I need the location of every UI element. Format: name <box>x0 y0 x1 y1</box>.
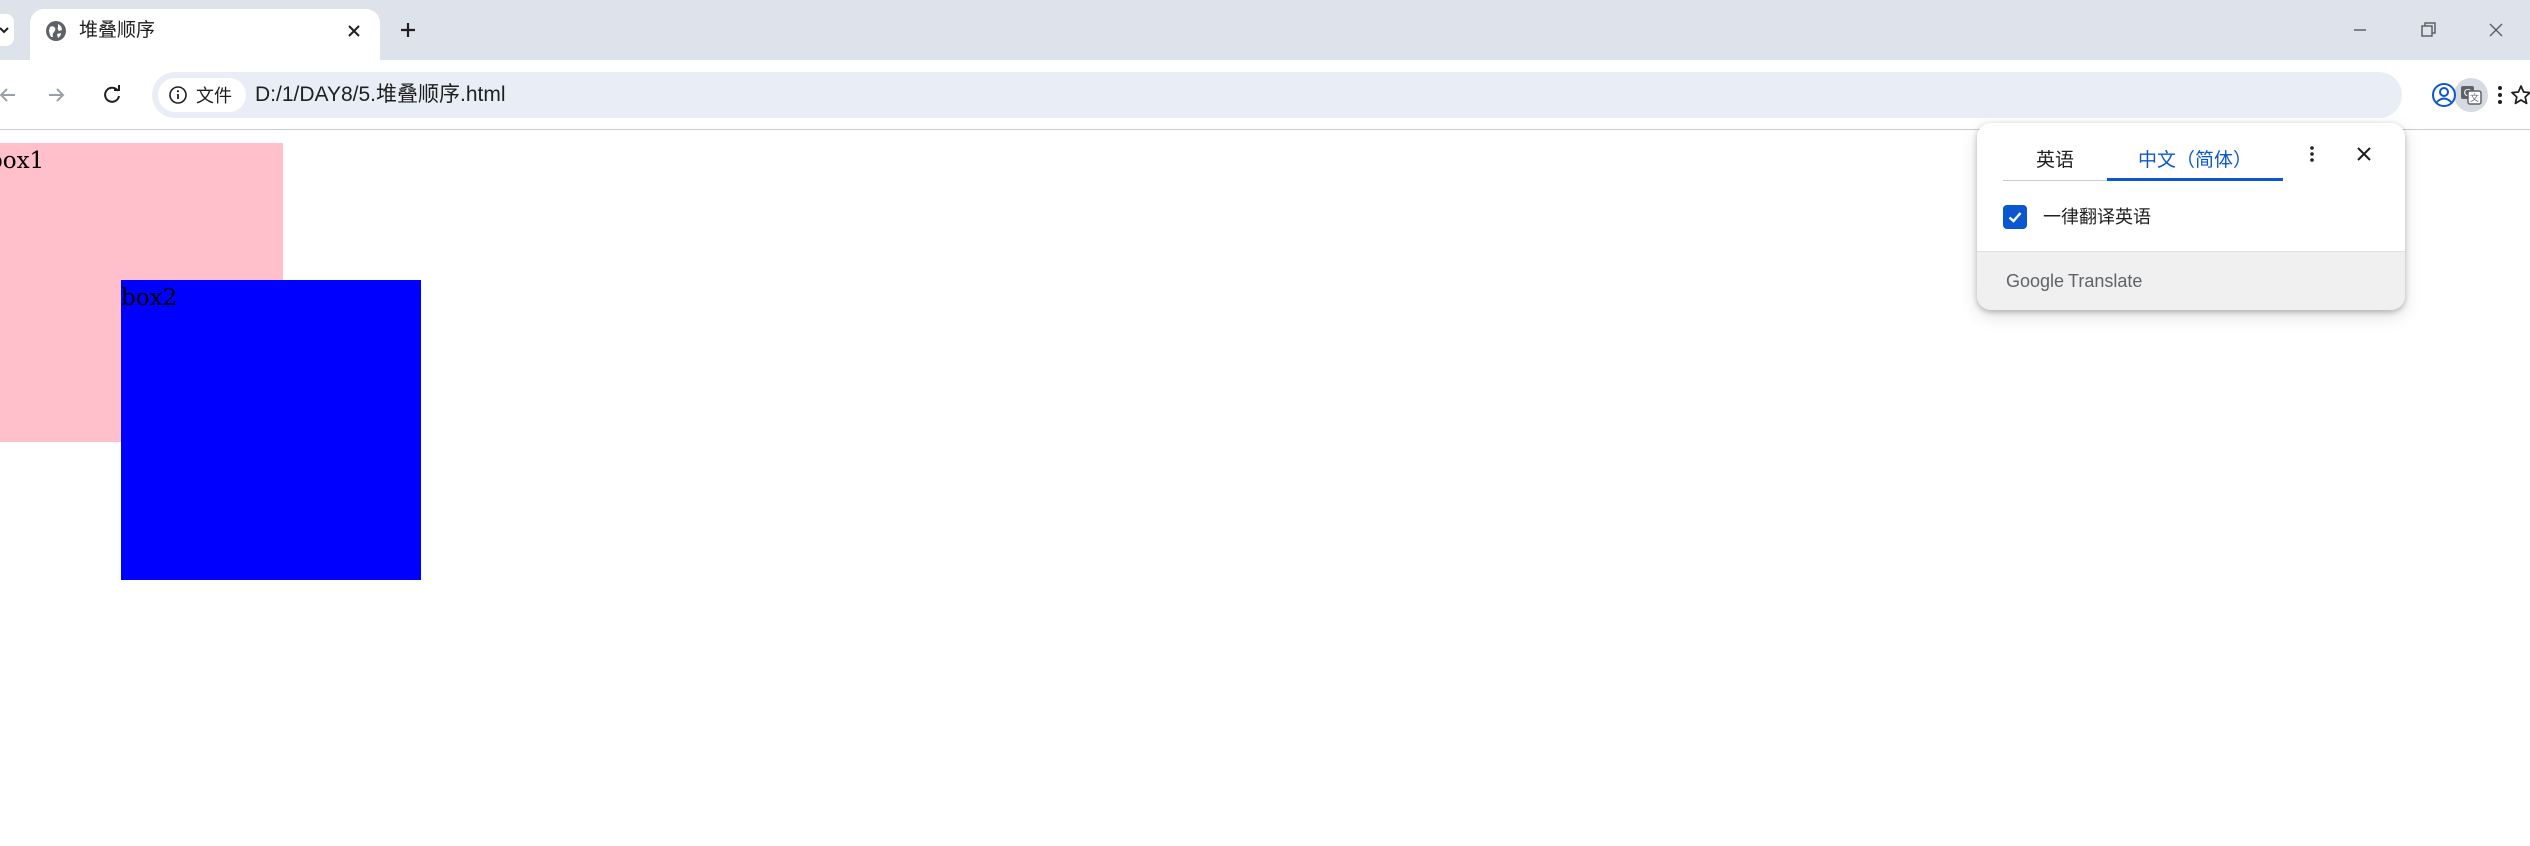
tab-title: 堆叠顺序 <box>79 20 156 41</box>
toolbar: 文件 D:/1/DAY8/5.堆叠顺序.html G 文 <box>0 60 2530 130</box>
reload-button[interactable] <box>94 77 130 113</box>
new-tab-button[interactable] <box>392 14 424 46</box>
translate-footer: Google Translate <box>1977 251 2405 310</box>
close-icon <box>348 25 360 37</box>
more-vertical-icon <box>2498 86 2502 104</box>
brand-translate: Translate <box>2068 271 2143 291</box>
brand-google: Google <box>2006 271 2065 291</box>
plus-icon <box>401 23 415 37</box>
reload-icon <box>104 85 120 103</box>
tab-target-language[interactable]: 中文（简体） <box>2107 141 2283 181</box>
translate-bubble: 英语 中文（简体） 一律翻译英语 Google Translate <box>1977 123 2405 310</box>
restore-button[interactable] <box>2408 12 2448 48</box>
browser-menu-button[interactable] <box>2482 77 2518 113</box>
tab-source-language[interactable]: 英语 <box>2003 141 2107 181</box>
profile-button[interactable] <box>2426 77 2462 113</box>
check-icon <box>2008 212 2022 223</box>
always-translate-checkbox[interactable] <box>2003 205 2027 229</box>
tab-search-button[interactable] <box>0 14 14 46</box>
info-icon <box>169 86 187 104</box>
globe-icon <box>46 21 66 41</box>
site-info-chip[interactable]: 文件 <box>158 78 246 112</box>
address-bar[interactable]: 文件 D:/1/DAY8/5.堆叠顺序.html G 文 <box>152 72 2530 118</box>
back-button[interactable] <box>0 77 26 113</box>
tab-strip: 堆叠顺序 <box>0 0 2530 60</box>
more-vertical-icon <box>2310 146 2314 162</box>
google-translate-brand: Google Translate <box>2006 252 2142 310</box>
box2-label: box2 <box>121 285 178 311</box>
translate-icon: G 文 <box>2461 86 2482 105</box>
arrow-right-icon <box>49 88 65 102</box>
minimize-button[interactable] <box>2340 12 2380 48</box>
box2: box2 <box>121 280 421 580</box>
minimize-icon <box>2354 29 2366 31</box>
translate-options-button[interactable] <box>2295 137 2329 171</box>
close-icon <box>2357 147 2371 161</box>
restore-icon <box>2421 22 2436 37</box>
arrow-left-icon <box>0 88 15 102</box>
account-icon <box>2432 83 2456 107</box>
url-text[interactable]: D:/1/DAY8/5.堆叠顺序.html <box>255 72 506 118</box>
svg-text:文: 文 <box>2470 92 2479 104</box>
tab-close-button[interactable] <box>342 19 366 43</box>
window-close-button[interactable] <box>2476 12 2516 48</box>
close-icon <box>2489 23 2503 37</box>
site-chip-label: 文件 <box>196 86 232 106</box>
browser-window: 堆叠顺序 文件 D:/1/DAY8/5.堆叠顺序.html 文 ox1 box2… <box>0 0 2530 846</box>
chevron-down-icon <box>0 27 9 34</box>
always-translate-label[interactable]: 一律翻译英语 <box>2043 205 2151 229</box>
box1-label: box1 <box>0 148 45 174</box>
translate-close-button[interactable] <box>2347 137 2381 171</box>
tab-active[interactable]: 堆叠顺序 <box>30 9 380 60</box>
forward-button[interactable] <box>38 77 74 113</box>
